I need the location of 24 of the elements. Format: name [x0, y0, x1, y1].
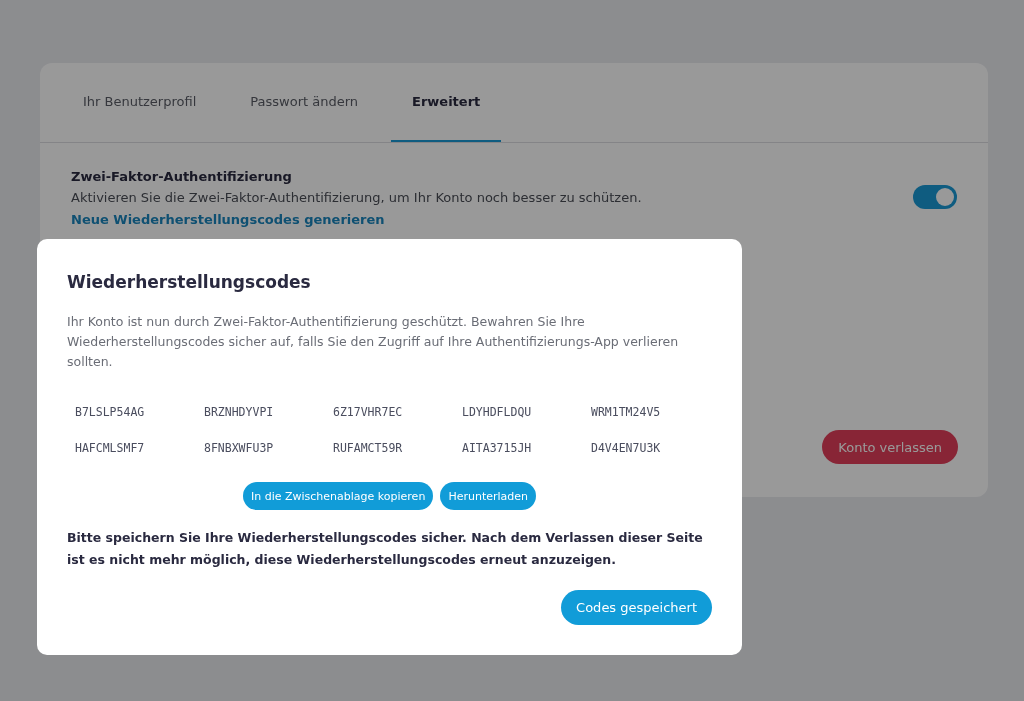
dialog-description: Ihr Konto ist nun durch Zwei-Faktor-Authentifizierung geschützt. Bewahren Sie Ihre Wiederherstellungscodes sicher auf, falls Sie den Zugriff auf Ihre Authentifizierungs-App verlieren sollten.: [67, 313, 680, 371]
tab[interactable]: Ihr Benutzerprofil: [62, 63, 218, 142]
recovery-code: WRM1TM24V5: [591, 404, 662, 421]
warning-text: Bitte speichern Sie Ihre Wiederherstellungscodes sicher. Nach dem Verlassen dieser Seite ist es nicht mehr möglich, diese Wiederherstellungscodes erneut anzuzeigen.: [67, 529, 704, 569]
tab[interactable]: Passwort ändern: [229, 63, 380, 142]
generate-codes-link[interactable]: Neue Wiederherstellungscodes generieren: [71, 212, 385, 227]
recovery-code: HAFCMLSMF7: [75, 440, 146, 457]
recovery-code: RUFAMCT59R: [333, 440, 404, 457]
recovery-code: D4V4EN7U3K: [591, 440, 662, 457]
recovery-code: 8FNBXWFU3P: [204, 440, 275, 457]
recovery-code: AITA3715JH: [462, 440, 533, 457]
recovery-code: B7LSLP54AG: [75, 404, 146, 421]
section-description: Aktivieren Sie die Zwei-Faktor-Authentifizierung, um Ihr Konto noch besser zu schützen.: [71, 190, 642, 205]
recovery-code: LDYHDFLDQU: [462, 404, 533, 421]
section-title: Zwei-Faktor-Authentifizierung: [71, 169, 293, 184]
download-button[interactable]: Herunterladen: [440, 482, 536, 510]
copy-button[interactable]: In die Zwischenablage kopieren: [242, 482, 434, 510]
recovery-code: 6Z17VHR7EC: [333, 404, 404, 421]
codes-saved-button[interactable]: Codes gespeichert: [561, 590, 712, 625]
two-factor-toggle[interactable]: [913, 185, 957, 209]
recovery-code: BRZNHDYVPI: [204, 404, 275, 421]
leave-account-button[interactable]: Konto verlassen: [822, 430, 958, 464]
dialog-title: Wiederherstellungscodes: [67, 272, 312, 292]
tab[interactable]: Erweitert: [391, 63, 502, 142]
